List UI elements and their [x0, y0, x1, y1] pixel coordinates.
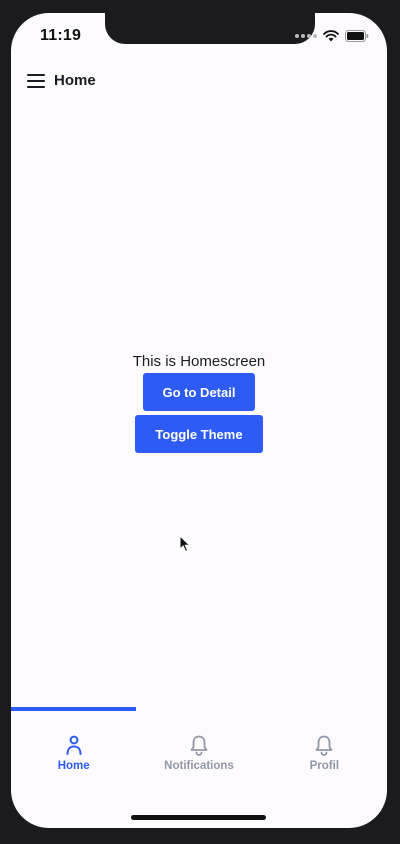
- bell-icon: [190, 735, 208, 756]
- app-bar: Home: [11, 65, 387, 97]
- tab-notifications-label: Notifications: [164, 760, 234, 772]
- hamburger-menu-icon: [27, 74, 45, 88]
- tab-notifications[interactable]: Notifications: [136, 711, 261, 781]
- menu-button[interactable]: [25, 71, 47, 91]
- mouse-cursor-icon: [179, 535, 191, 553]
- tab-profil-label: Profil: [309, 760, 340, 772]
- go-to-detail-button[interactable]: Go to Detail: [143, 373, 255, 411]
- battery-icon: [345, 30, 369, 42]
- status-icons: [295, 30, 369, 42]
- page-title: Home: [54, 72, 96, 89]
- device-frame: 11:19 Home This is Homescreen Go to Deta…: [0, 0, 400, 844]
- tab-home-label: Home: [57, 760, 90, 772]
- person-icon: [66, 735, 82, 755]
- tab-profil[interactable]: Profil: [262, 711, 387, 781]
- home-content: This is Homescreen Go to Detail Toggle T…: [11, 353, 387, 453]
- wifi-icon: [323, 30, 339, 42]
- home-indicator[interactable]: [131, 815, 266, 820]
- app-screen: 11:19 Home This is Homescreen Go to Deta…: [11, 13, 387, 828]
- device-notch: [105, 13, 315, 44]
- cellular-signal-icon: [295, 34, 317, 38]
- bell-icon: [315, 735, 333, 756]
- toggle-theme-button[interactable]: Toggle Theme: [135, 415, 263, 453]
- home-message: This is Homescreen: [132, 353, 266, 370]
- tab-home[interactable]: Home: [11, 711, 136, 781]
- bottom-tab-bar: Home Notifications Profil: [11, 711, 387, 781]
- status-time: 11:19: [40, 27, 82, 44]
